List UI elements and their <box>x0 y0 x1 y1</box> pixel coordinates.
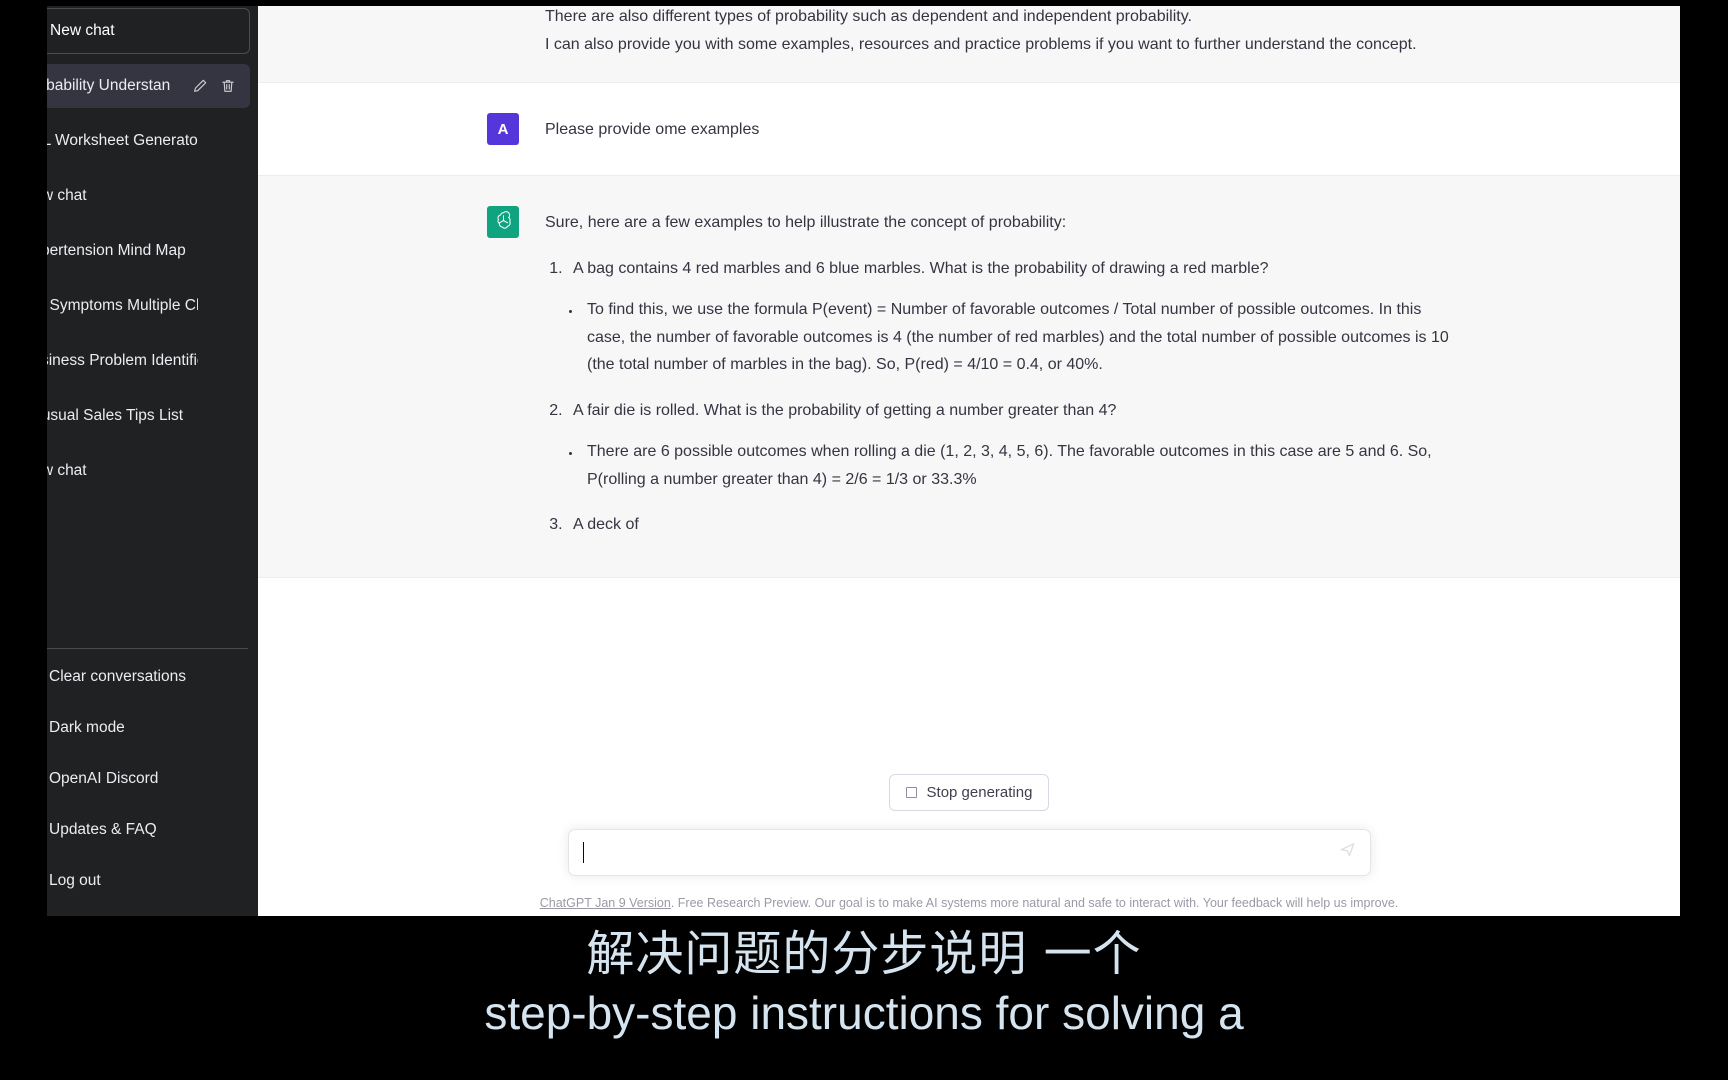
composer-input-wrap <box>258 828 1680 876</box>
new-chat-label: New chat <box>50 22 115 39</box>
avatar-assistant <box>487 206 519 239</box>
left-black-bleed <box>0 0 47 922</box>
paragraph: I can also provide you with some example… <box>545 35 1417 53</box>
message-body: Sure, here are a few examples to help il… <box>545 206 1451 543</box>
example-explanation-list: To find this, we use the formula P(event… <box>581 296 1451 379</box>
stop-generating-button[interactable]: Stop generating <box>888 773 1050 811</box>
message-body: Please provide ome examples <box>545 113 1451 145</box>
subtitle-english: step-by-step instructions for solving a <box>484 986 1244 1039</box>
example-item-3: A deck of <box>567 511 1451 539</box>
version-link[interactable]: ChatGPT Jan 9 Version <box>540 896 671 910</box>
subtitle-chinese: 解决问题的分步说明 一个 <box>586 926 1142 982</box>
conversation-title: Hypertension Mind Map <box>22 242 186 259</box>
sidebar-item-label: Clear conversations <box>49 668 186 685</box>
paragraph: There are also different types of probab… <box>545 8 1192 25</box>
stop-generating-label: Stop generating <box>926 783 1033 801</box>
stop-generating-row: Stop generating <box>258 773 1680 811</box>
sidebar-item-label: Dark mode <box>49 719 125 736</box>
chatgpt-app-window: New chat Probability Understan ESL Works… <box>0 0 1680 922</box>
conversation-title: Business Problem Identificati <box>22 352 198 369</box>
example-explanation: To find this, we use the formula P(event… <box>581 296 1451 379</box>
stop-square-icon <box>905 786 917 798</box>
message-user: A Please provide ome examples <box>258 83 1680 176</box>
example-item-2: A fair die is rolled. What is the probab… <box>567 397 1451 494</box>
conversation-title: Unusual Sales Tips List <box>22 407 184 424</box>
example-explanation-list: There are 6 possible outcomes when rolli… <box>581 438 1451 493</box>
avatar-initial: A <box>497 120 509 138</box>
example-question: A fair die is rolled. What is the probab… <box>573 401 1117 419</box>
example-question: A deck of <box>573 516 639 534</box>
example-explanation: There are 6 possible outcomes when rolli… <box>581 438 1451 493</box>
examples-list: A bag contains 4 red marbles and 6 blue … <box>567 255 1451 539</box>
text-caret <box>582 841 585 863</box>
conversation-title: MS Symptoms Multiple Choic <box>22 297 198 314</box>
example-question: A bag contains 4 red marbles and 6 blue … <box>573 259 1269 277</box>
paragraph: Please provide ome examples <box>545 121 760 139</box>
sidebar-item-label: Updates & FAQ <box>49 821 157 838</box>
avatar-user: A <box>487 113 519 146</box>
example-item-1: A bag contains 4 red marbles and 6 blue … <box>567 255 1451 379</box>
conversation-title: ESL Worksheet Generator <box>22 132 198 149</box>
top-black-bleed <box>47 0 1680 6</box>
main-panel: There are also different types of probab… <box>258 0 1680 922</box>
openai-logo-icon <box>493 210 514 235</box>
conversation-thread: There are also different types of probab… <box>258 0 1680 740</box>
conversation-title: New chat <box>22 462 87 479</box>
sidebar-item-label: Log out <box>49 872 101 889</box>
sidebar-item-label: OpenAI Discord <box>49 770 159 787</box>
footer-disclaimer: ChatGPT Jan 9 Version. Free Research Pre… <box>258 894 1680 912</box>
conversation-title: New chat <box>22 187 87 204</box>
message-input[interactable] <box>567 828 1371 876</box>
paragraph: Sure, here are a few examples to help il… <box>545 214 1067 232</box>
disclaimer-text: . Free Research Preview. Our goal is to … <box>670 895 1399 910</box>
send-icon[interactable] <box>1339 841 1356 863</box>
composer-zone: Stop generating ChatGPT Jan 9 Version. F… <box>258 739 1680 922</box>
message-assistant-intro: There are also different types of probab… <box>258 0 1680 84</box>
subtitle-overlay: 解决问题的分步说明 一个 step-by-step instructions f… <box>0 916 1728 1080</box>
message-assistant-examples: Sure, here are a few examples to help il… <box>258 175 1680 578</box>
right-black-bleed <box>1680 0 1728 922</box>
trash-icon[interactable] <box>220 78 236 94</box>
message-body: There are also different types of probab… <box>545 0 1451 58</box>
pencil-icon[interactable] <box>192 78 208 94</box>
